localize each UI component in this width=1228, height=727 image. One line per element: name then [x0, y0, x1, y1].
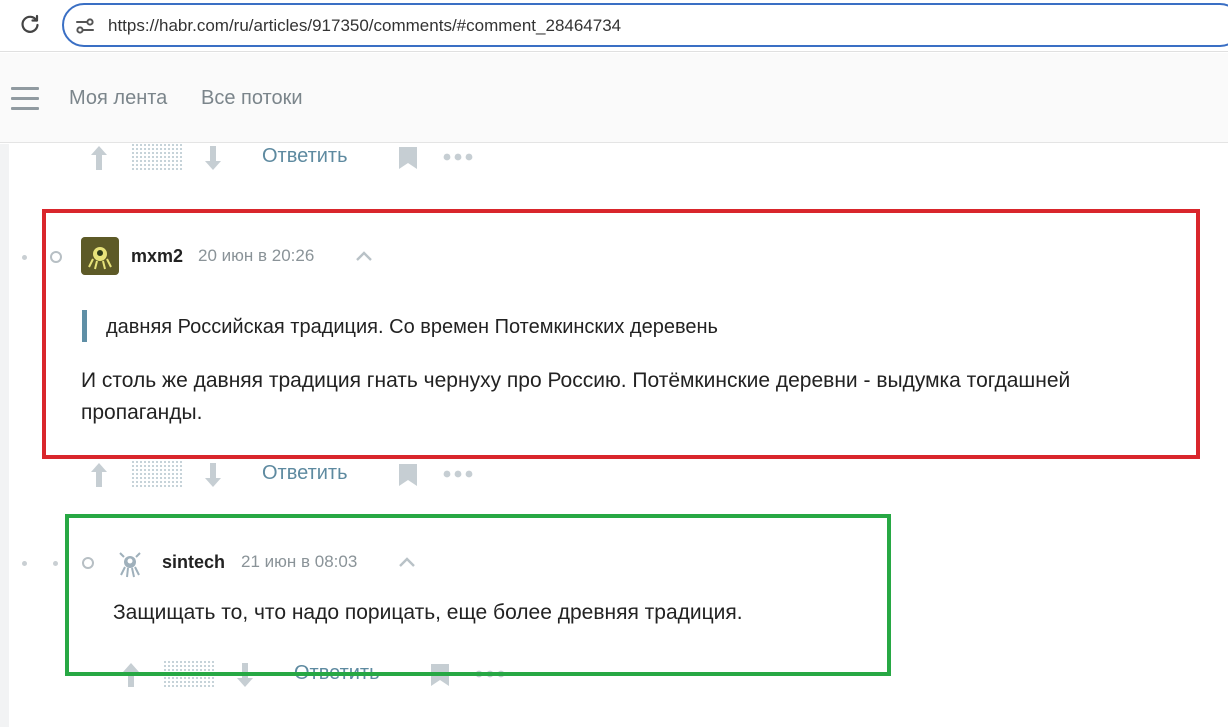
- menu-icon[interactable]: [11, 87, 39, 111]
- vote-up-icon[interactable]: [88, 144, 110, 172]
- score-placeholder-icon: [132, 144, 182, 170]
- highlight-frame-red: [42, 209, 1200, 459]
- score-placeholder-icon: [132, 461, 182, 487]
- reply-button[interactable]: Ответить: [262, 462, 348, 485]
- nav-my-feed[interactable]: Моя лента: [69, 87, 167, 110]
- address-bar[interactable]: https://habr.com/ru/articles/917350/comm…: [62, 3, 1228, 47]
- vote-down-icon[interactable]: [202, 461, 224, 489]
- highlight-frame-green: [65, 514, 891, 676]
- bookmark-icon[interactable]: [398, 146, 418, 170]
- thread-line-dot: [53, 561, 58, 566]
- nav-all-streams[interactable]: Все потоки: [201, 87, 303, 110]
- more-icon[interactable]: [443, 470, 473, 478]
- page-gutter: [0, 144, 9, 727]
- bookmark-icon[interactable]: [398, 463, 418, 487]
- more-icon[interactable]: [443, 153, 473, 161]
- comment-actions: Ответить: [88, 461, 488, 501]
- reply-button[interactable]: Ответить: [262, 145, 348, 168]
- reload-icon[interactable]: [18, 12, 42, 36]
- thread-line-dot: [22, 561, 27, 566]
- url-text[interactable]: https://habr.com/ru/articles/917350/comm…: [108, 16, 621, 36]
- comment-actions: Ответить: [88, 144, 488, 184]
- vote-down-icon[interactable]: [202, 144, 224, 172]
- site-settings-icon[interactable]: [74, 15, 96, 37]
- site-header: Моя лента Все потоки: [0, 53, 1228, 143]
- browser-toolbar: https://habr.com/ru/articles/917350/comm…: [0, 0, 1228, 52]
- thread-line-dot: [22, 255, 27, 260]
- comments-section: Ответить mxm2 20 июн в 20:26 давняя Росс…: [0, 144, 1228, 727]
- vote-up-icon[interactable]: [88, 461, 110, 489]
